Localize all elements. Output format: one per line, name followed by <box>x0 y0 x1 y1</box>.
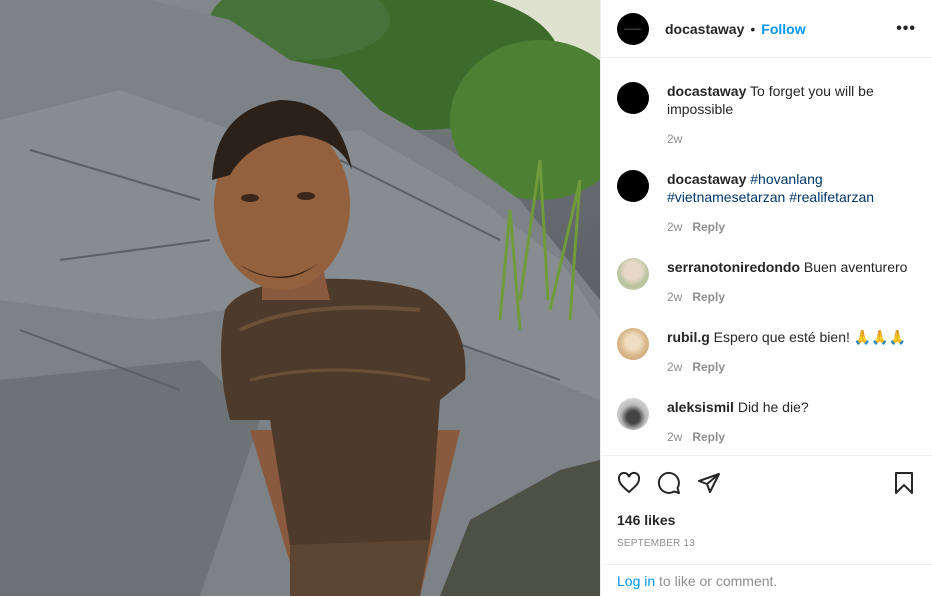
hashtag-link[interactable]: #hovanlang <box>750 171 822 187</box>
comment-username[interactable]: docastaway <box>667 83 746 99</box>
comment-username[interactable]: aleksismil <box>667 399 734 415</box>
comment-time[interactable]: 2w <box>667 360 682 374</box>
header-username[interactable]: docastaway <box>665 21 744 37</box>
comment-item: rubil.g Espero que esté bien! 🙏🙏🙏 2w Repl… <box>617 328 916 376</box>
avatar[interactable] <box>617 82 649 114</box>
comment-item: docastaway #hovanlang #vietnamesetarzan #… <box>617 170 916 236</box>
follow-button[interactable]: Follow <box>761 21 805 37</box>
reply-button[interactable]: Reply <box>692 220 725 234</box>
login-prompt-text: to like or comment. <box>655 573 778 589</box>
comment-time[interactable]: 2w <box>667 220 682 234</box>
profile-avatar[interactable]: docastaway <box>617 12 649 45</box>
post-sidebar: docastaway docastaway • Follow ••• docas… <box>600 0 932 596</box>
comment-time[interactable]: 2w <box>667 430 682 444</box>
more-options-icon[interactable]: ••• <box>896 20 916 38</box>
brand-logo: docastaway <box>624 26 642 31</box>
comment-item: serranotoniredondo Buen aventurero 2w Rep… <box>617 258 916 306</box>
avatar[interactable] <box>617 170 649 202</box>
comment-text: Did he die? <box>737 399 809 415</box>
post-photo[interactable] <box>0 0 600 596</box>
login-link[interactable]: Log in <box>617 573 655 589</box>
post-header: docastaway docastaway • Follow ••• <box>601 0 932 58</box>
comment-time[interactable]: 2w <box>667 290 682 304</box>
avatar[interactable] <box>617 328 649 360</box>
comment-username[interactable]: docastaway <box>667 171 746 187</box>
reply-button[interactable]: Reply <box>692 360 725 374</box>
likes-count[interactable]: 146 likes <box>617 512 675 528</box>
comment-username[interactable]: rubil.g <box>667 329 710 345</box>
login-prompt: Log in to like or comment. <box>601 564 932 597</box>
comment-username[interactable]: serranotoniredondo <box>667 259 800 275</box>
caption: docastaway To forget you will be impossi… <box>617 82 916 148</box>
comment-item: aleksismil Did he die? 2w Reply <box>617 398 916 446</box>
comments-list[interactable]: docastaway To forget you will be impossi… <box>601 59 932 455</box>
comment-icon[interactable] <box>649 463 689 503</box>
reply-button[interactable]: Reply <box>692 290 725 304</box>
separator-dot: • <box>750 20 756 37</box>
heart-icon[interactable] <box>609 463 649 503</box>
comment-text: Buen aventurero <box>803 259 908 275</box>
avatar[interactable] <box>617 398 649 430</box>
hashtag-link[interactable]: #realifetarzan <box>789 189 874 205</box>
comment-time[interactable]: 2w <box>667 132 682 146</box>
comment-text: Espero que esté bien! 🙏🙏🙏 <box>713 329 907 345</box>
share-icon[interactable] <box>689 463 729 503</box>
photo-scene <box>0 0 600 596</box>
hashtag-link[interactable]: #vietnamesetarzan <box>667 189 785 205</box>
reply-button[interactable]: Reply <box>692 430 725 444</box>
instagram-post: docastaway docastaway • Follow ••• docas… <box>0 0 932 596</box>
bookmark-icon[interactable] <box>884 463 924 503</box>
avatar[interactable] <box>617 258 649 290</box>
action-bar <box>601 455 932 510</box>
post-date[interactable]: SEPTEMBER 13 <box>617 538 695 549</box>
